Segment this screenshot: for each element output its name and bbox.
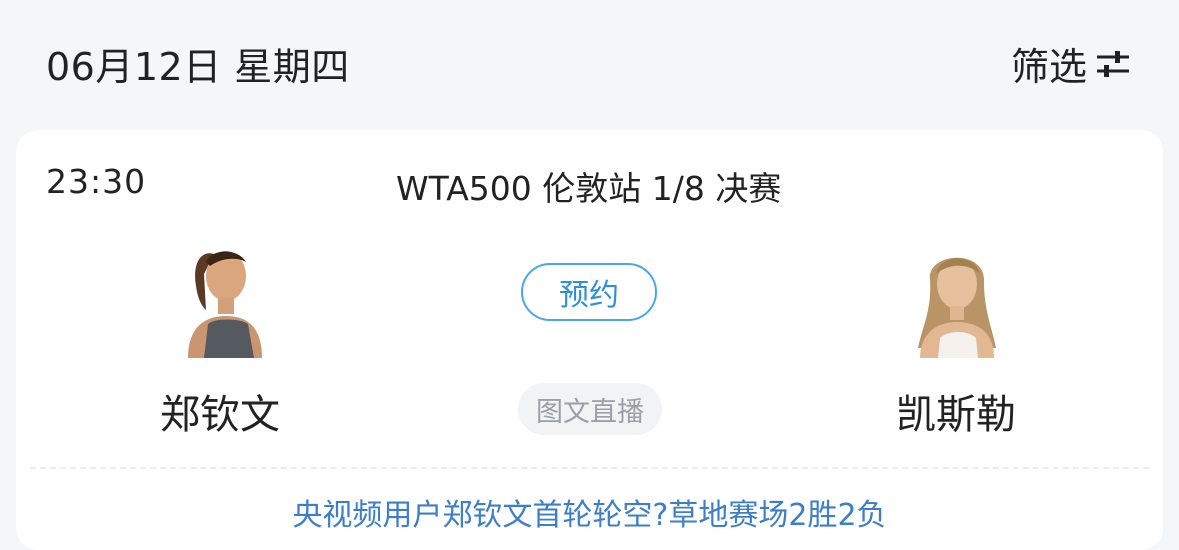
away-player-name: 凯斯勒 bbox=[896, 392, 1016, 438]
match-time: 23:30 bbox=[46, 162, 147, 201]
away-player[interactable]: 凯斯勒 bbox=[826, 240, 1086, 440]
filter-label: 筛选 bbox=[1010, 45, 1087, 89]
match-card[interactable]: 23:30 WTA500 伦敦站 1/8 决赛 郑钦文 预约 图文直播 凯斯勒 … bbox=[16, 130, 1163, 550]
date-label: 06月12日 星期四 bbox=[46, 45, 350, 89]
divider bbox=[30, 467, 1149, 469]
away-player-avatar bbox=[910, 240, 1002, 358]
home-player-avatar bbox=[174, 240, 266, 358]
sliders-icon bbox=[1097, 50, 1129, 77]
home-player[interactable]: 郑钦文 bbox=[90, 240, 350, 440]
match-title: WTA500 伦敦站 1/8 决赛 bbox=[396, 169, 782, 208]
news-headline[interactable]: 央视频用户郑钦文首轮轮空?草地赛场2胜2负 bbox=[16, 490, 1163, 534]
date-header: 06月12日 星期四 筛选 bbox=[0, 0, 1179, 125]
filter-button[interactable]: 筛选 bbox=[1011, 36, 1131, 91]
home-player-name: 郑钦文 bbox=[160, 392, 280, 438]
live-text-button[interactable]: 图文直播 bbox=[518, 383, 662, 435]
reserve-button[interactable]: 预约 bbox=[521, 263, 657, 321]
